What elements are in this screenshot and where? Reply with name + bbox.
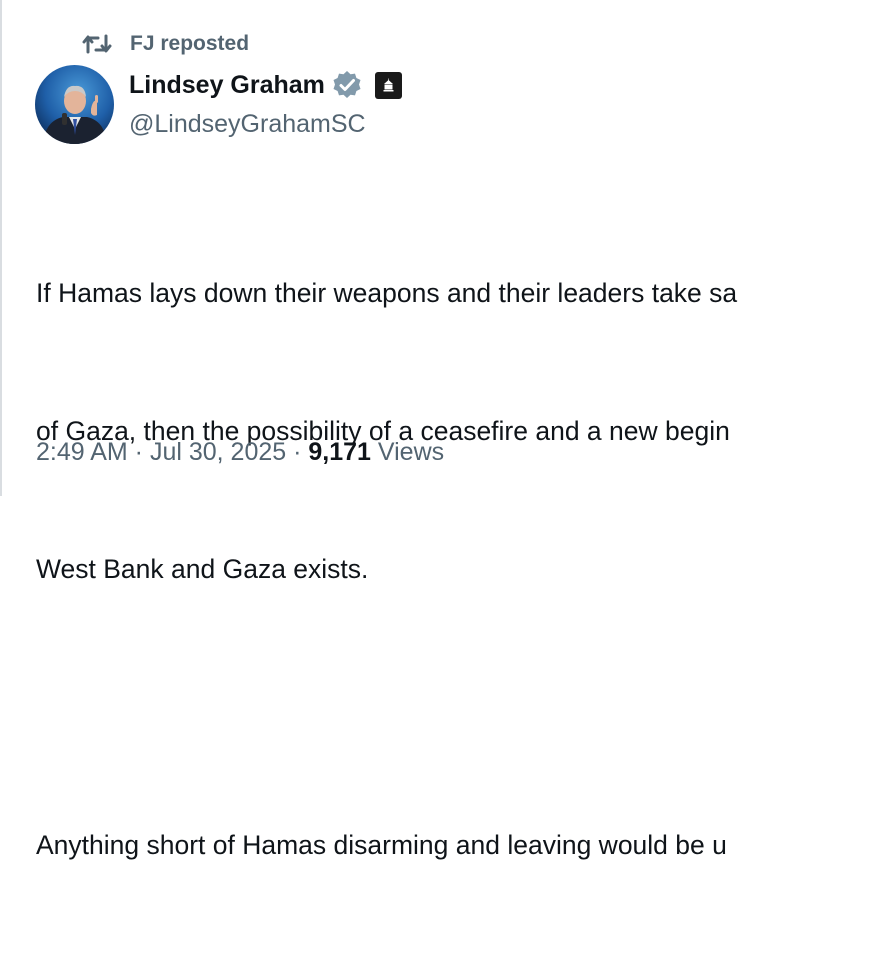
- avatar[interactable]: [35, 65, 114, 144]
- verified-badge-icon[interactable]: [331, 69, 363, 101]
- author-name[interactable]: Lindsey Graham: [129, 71, 325, 100]
- tweet-card: FJ reposted Lindsey Graham @LindseyGraha…: [0, 0, 881, 860]
- tweet-line: Anything short of Hamas disarming and le…: [36, 830, 727, 860]
- tweet-line: If Hamas lays down their weapons and the…: [36, 278, 738, 308]
- repost-label: FJ reposted: [130, 32, 250, 55]
- views-count[interactable]: 9,171: [308, 438, 371, 467]
- tweet-meta: 2:49 AM · Jul 30, 2025 · 9,171 Views: [36, 438, 444, 467]
- post-date[interactable]: Jul 30, 2025: [150, 438, 286, 467]
- post-time[interactable]: 2:49 AM: [36, 438, 128, 467]
- views-label: Views: [371, 438, 444, 467]
- meta-separator: ·: [127, 438, 150, 466]
- government-building-icon[interactable]: [374, 71, 402, 99]
- tweet-text: If Hamas lays down their weapons and the…: [36, 178, 881, 960]
- meta-separator: ·: [286, 438, 309, 466]
- repost-indicator[interactable]: FJ reposted: [82, 30, 249, 58]
- views-label-text: Views: [377, 438, 445, 466]
- tweet-line: [36, 684, 881, 730]
- author-handle[interactable]: @LindseyGrahamSC: [129, 110, 366, 139]
- avatar-photo: [35, 65, 114, 144]
- author-name-row: Lindsey Graham: [129, 68, 402, 102]
- tweet-line: West Bank and Gaza exists.: [36, 554, 369, 584]
- retweet-icon: [82, 34, 112, 54]
